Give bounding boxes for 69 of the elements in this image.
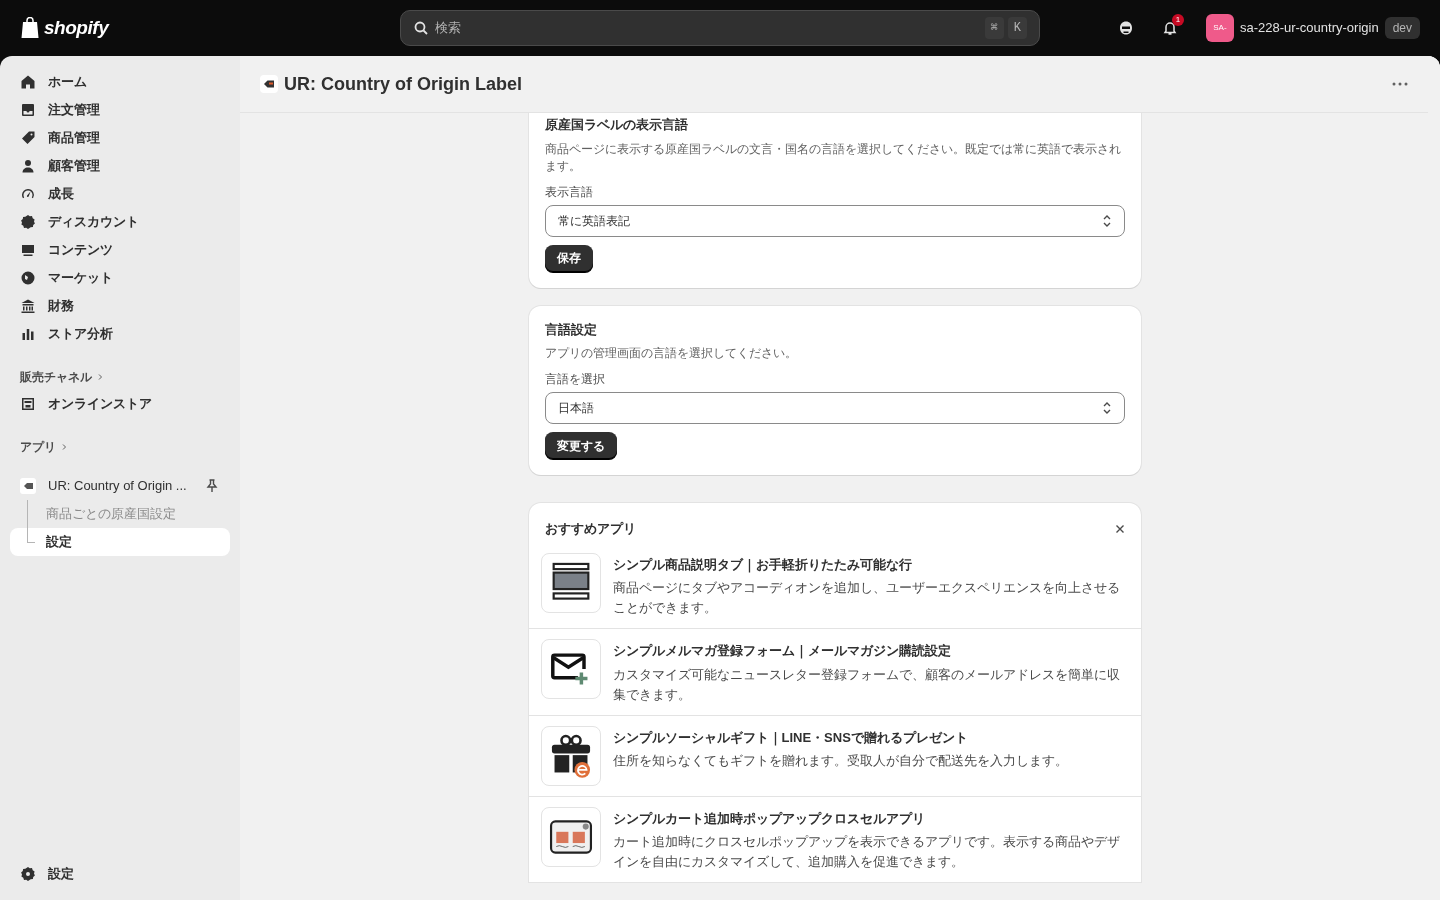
app-list-item[interactable]: シンプル商品説明タブ｜お手軽折りたたみ可能な行 商品ページにタブやアコーディオンを追加し、ユーザーエクスペリエンスを向上させることができます。 [528,546,1141,628]
person-icon [20,158,36,174]
submit-button[interactable]: 保存 [544,244,593,272]
storefront-icon [20,396,36,412]
chevron-right-icon [60,443,68,451]
bar-chart-icon [20,326,36,342]
nav-item[interactable]: ディスカウント [10,208,230,236]
nav-item[interactable]: 注文管理 [10,96,230,124]
nav-item[interactable]: 設定 [10,860,230,888]
app-description: カスタマイズ可能なニュースレター登録フォームで、顧客のメールアドレスを簡単に収集できます。 [612,666,1121,704]
search-input[interactable]: 検索 [435,18,979,38]
language-select[interactable]: 常に英語表記 [544,204,1125,237]
app-nav-item[interactable]: UR: Country of Origin ... [10,472,230,500]
page-title: UR: Country of Origin Label [284,72,522,96]
nav-item[interactable]: 顧客管理 [10,152,230,180]
shopping-bag-icon [20,17,40,39]
store-name[interactable]: sa-228-ur-country-origin [1239,18,1379,38]
up-down-caret-icon [1101,213,1112,228]
close-icon[interactable] [1114,523,1125,534]
app-list-item[interactable]: シンプルソーシャルギフト｜LINE・SNSで贈れるプレゼント 住所を知らなくてもギフトを贈れます。受取人が自分で配送先を入力します。 [528,714,1141,796]
app-name: シンプルソーシャルギフト｜LINE・SNSで贈れるプレゼント [612,728,969,747]
bank-icon [20,298,36,314]
nav-item[interactable]: コンテンツ [10,236,230,264]
card-title: 原産国ラベルの表示言語 [544,116,689,134]
app-description: カート追加時にクロスセルポップアップを表示できるアプリです。表示する商品やデザインを自由にカスタマイズして、追加購入を促進できます。 [612,834,1121,871]
nav-item[interactable]: オンラインストア [10,390,230,418]
inbox-icon [20,102,36,118]
app-description: 商品ページにタブやアコーディオンを追加し、ユーザーエクスペリエンスを向上させることができます。 [612,580,1121,617]
app-description: 住所を知らなくてもギフトを贈れます。受取人が自分で配送先を入力します。 [612,753,1069,770]
section-heading[interactable]: アプリ [20,438,56,456]
store-badge: dev [1384,17,1420,39]
label-tag-icon [20,478,36,494]
card-title: おすすめアプリ [544,520,637,538]
app-list-item[interactable]: シンプルカート追加時ポップアップクロスセルアプリ カート追加時にクロスセルポップアップを表示できるアプリです。表示する商品やデザインを自由にカスタマイズして、追加購入を促進できます。 [528,795,1141,882]
language-select[interactable]: 日本語 [544,392,1125,424]
submit-button[interactable]: 変更する [544,432,617,459]
section-heading[interactable]: 販売チャネル [20,368,92,386]
card-title: 言語設定 [544,320,598,339]
app-name: シンプル商品説明タブ｜お手軽折りたたみ可能な行 [612,555,913,574]
shortcut-key: ⌘ [984,17,1004,39]
field-label: 言語を選択 [544,371,606,388]
nav-item[interactable]: ストア分析 [10,320,230,348]
logo-text[interactable]: shopify [44,13,109,43]
label-tag-icon [260,75,278,93]
notification-count: 1 [1171,14,1184,26]
field-label: 表示言語 [544,183,594,201]
tag-icon [20,130,36,146]
chevron-right-icon [96,373,104,381]
more-options-icon[interactable] [1392,82,1408,86]
up-down-caret-icon [1101,401,1112,415]
card-description: アプリの管理画面の言語を選択してください。 [544,345,798,362]
search-icon [413,20,429,36]
sub-nav-item[interactable]: 設定 [46,532,72,552]
bell-icon[interactable] [1161,20,1178,36]
search-field[interactable]: 検索 ⌘ K [400,10,1040,46]
pin-icon[interactable] [204,478,220,494]
app-name: シンプルメルマガ登録フォーム｜メールマガジン購読設定 [612,642,952,661]
nav-item[interactable]: 商品管理 [10,124,230,152]
nav-item[interactable]: マーケット [10,264,230,292]
nav-item[interactable]: 成長 [10,180,230,208]
app-list-item[interactable]: シンプルメルマガ登録フォーム｜メールマガジン購読設定 カスタマイズ可能なニュースレター登録フォームで、顧客のメールアドレスを簡単に収集できます。 [528,628,1141,715]
badge-icon [20,214,36,230]
home-icon [20,74,36,90]
nav-item[interactable]: 財務 [10,292,230,320]
app-name: シンプルカート追加時ポップアップクロスセルアプリ [612,809,926,828]
card-description: 商品ページに表示する原産国ラベルの文言・国名の言語を選択してください。既定では常に英語で表示されます。 [544,140,1122,175]
settings-icon [20,866,36,882]
nav-item[interactable]: ホーム [10,68,230,96]
shortcut-key: K [1007,17,1027,39]
